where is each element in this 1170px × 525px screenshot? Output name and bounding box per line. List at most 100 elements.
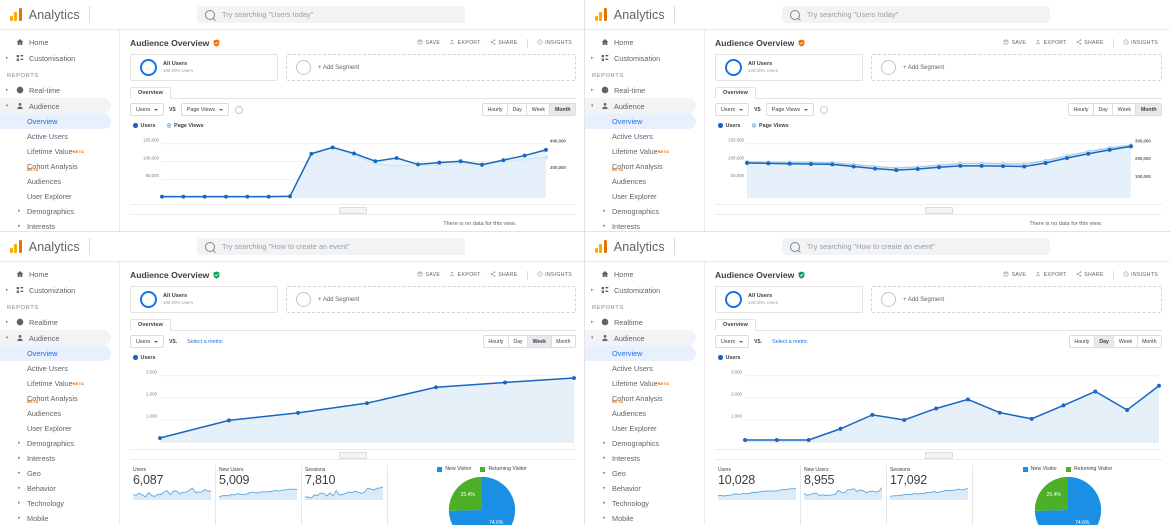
search-input[interactable]: Try searching "Users today" — [782, 6, 1050, 23]
granularity-hourly-button[interactable]: Hourly — [483, 104, 508, 115]
sidebar-subitem-lifetime-value[interactable]: Lifetime ValueBETA — [585, 144, 704, 159]
action-save-button[interactable]: SAVE — [417, 271, 440, 279]
sidebar-subitem-audiences[interactable]: Audiences — [585, 174, 704, 189]
sidebar-item-audience[interactable]: ▾Audience — [585, 330, 696, 346]
sidebar-item-customisation[interactable]: ▸Customisation — [0, 50, 119, 66]
sidebar-item-real-time[interactable]: ▸Real-time — [0, 82, 119, 98]
chart-scrollbar-thumb[interactable] — [925, 207, 953, 214]
sidebar-group-interests[interactable]: ▸Interests — [0, 451, 119, 466]
sidebar-group-geo[interactable]: ▸Geo — [585, 466, 704, 481]
add-segment-button[interactable]: + Add Segment — [871, 54, 1162, 81]
tab-overview[interactable]: Overview — [130, 319, 171, 332]
sidebar-subitem-overview[interactable]: Overview — [585, 114, 696, 129]
metric-primary-select[interactable]: Users — [130, 103, 164, 116]
select-a-metric-link[interactable]: Select a metric — [187, 339, 223, 345]
sidebar-group-demographics[interactable]: ▸Demographics — [585, 204, 704, 219]
brand-area[interactable]: Analytics — [585, 238, 760, 255]
sidebar-subitem-overview[interactable]: Overview — [585, 346, 696, 361]
chart-scrollbar-thumb[interactable] — [925, 452, 953, 459]
segment-all-users[interactable]: All Users100.00% Users — [130, 286, 278, 313]
sidebar-subitem-user-explorer[interactable]: User Explorer — [0, 421, 119, 436]
sidebar-item-customization[interactable]: ▸Customization — [0, 282, 119, 298]
granularity-day-button[interactable]: Day — [508, 104, 527, 115]
granularity-week-button[interactable]: Week — [527, 104, 550, 115]
sidebar-group-technology[interactable]: ▸Technology — [0, 496, 119, 511]
sidebar-group-technology[interactable]: ▸Technology — [585, 496, 704, 511]
sidebar-group-interests[interactable]: ▸Interests — [585, 219, 704, 232]
sidebar-item-audience[interactable]: ▾Audience — [0, 98, 111, 114]
sidebar-subitem-cohort-analysis[interactable]: Cohort AnalysisBETA — [585, 391, 704, 406]
sidebar-item-realtime[interactable]: ▸Realtime — [0, 314, 119, 330]
metric-secondary-select[interactable]: Page Views — [181, 103, 229, 116]
sidebar-item-audience[interactable]: ▾Audience — [0, 330, 111, 346]
granularity-day-button[interactable]: Day — [509, 336, 528, 347]
sidebar-group-mobile[interactable]: ▸Mobile — [585, 511, 704, 525]
action-export-button[interactable]: EXPORT — [449, 271, 481, 279]
search-input[interactable]: Try searching "Users today" — [197, 6, 465, 23]
granularity-day-button[interactable]: Day — [1095, 336, 1115, 347]
action-insights-button[interactable]: INSIGHTS — [537, 271, 572, 279]
sidebar-group-behavior[interactable]: ▸Behavior — [0, 481, 119, 496]
action-insights-button[interactable]: INSIGHTS — [1123, 271, 1158, 279]
sidebar-subitem-user-explorer[interactable]: User Explorer — [0, 189, 119, 204]
sidebar-group-mobile[interactable]: ▸Mobile — [0, 511, 119, 525]
sidebar-group-interests[interactable]: ▸Interests — [585, 451, 704, 466]
search-input[interactable]: Try searching "How to create an event" — [197, 238, 465, 255]
chart-scrollbar[interactable] — [715, 204, 1162, 215]
tab-overview[interactable]: Overview — [715, 87, 756, 100]
sidebar-subitem-active-users[interactable]: Active Users — [0, 129, 119, 144]
chart-scrollbar-thumb[interactable] — [339, 207, 367, 214]
search-input[interactable]: Try searching "How to create an event" — [782, 238, 1050, 255]
sidebar-item-real-time[interactable]: ▸Real-time — [585, 82, 704, 98]
sidebar-subitem-lifetime-value[interactable]: Lifetime ValueBETA — [0, 144, 119, 159]
tab-overview[interactable]: Overview — [715, 319, 756, 332]
brand-area[interactable]: Analytics — [0, 238, 175, 255]
metric-primary-select[interactable]: Users — [130, 335, 164, 348]
chart-scrollbar[interactable] — [715, 449, 1162, 460]
segment-all-users[interactable]: All Users100.00% Users — [130, 54, 278, 81]
granularity-month-button[interactable]: Month — [1136, 104, 1161, 115]
sidebar-group-demographics[interactable]: ▸Demographics — [0, 204, 119, 219]
sidebar-subitem-cohort-analysis[interactable]: Cohort AnalysisBETA — [0, 159, 119, 174]
sidebar-group-interests[interactable]: ▸Interests — [0, 219, 119, 232]
action-save-button[interactable]: SAVE — [1003, 271, 1026, 279]
sidebar-item-customisation[interactable]: ▸Customisation — [585, 50, 704, 66]
add-segment-button[interactable]: + Add Segment — [871, 286, 1162, 313]
granularity-month-button[interactable]: Month — [550, 104, 575, 115]
sidebar-item-audience[interactable]: ▾Audience — [585, 98, 696, 114]
sidebar-subitem-overview[interactable]: Overview — [0, 114, 111, 129]
sidebar-item-customization[interactable]: ▸Customization — [585, 282, 704, 298]
action-save-button[interactable]: SAVE — [1003, 39, 1026, 47]
chart-scrollbar[interactable] — [130, 449, 576, 460]
sidebar-group-geo[interactable]: ▸Geo — [0, 466, 119, 481]
action-insights-button[interactable]: INSIGHTS — [537, 39, 572, 47]
sidebar-subitem-active-users[interactable]: Active Users — [585, 361, 704, 376]
granularity-week-button[interactable]: Week — [1114, 336, 1137, 347]
sidebar-subitem-audiences[interactable]: Audiences — [0, 174, 119, 189]
sidebar-group-behavior[interactable]: ▸Behavior — [585, 481, 704, 496]
sidebar-subitem-cohort-analysis[interactable]: Cohort AnalysisBETA — [585, 159, 704, 174]
action-save-button[interactable]: SAVE — [417, 39, 440, 47]
granularity-day-button[interactable]: Day — [1094, 104, 1113, 115]
sidebar-subitem-user-explorer[interactable]: User Explorer — [585, 421, 704, 436]
action-export-button[interactable]: EXPORT — [1035, 271, 1067, 279]
sidebar-item-home[interactable]: Home — [0, 266, 119, 282]
action-share-button[interactable]: SHARE — [1076, 39, 1104, 47]
action-share-button[interactable]: SHARE — [1076, 271, 1104, 279]
sidebar-subitem-cohort-analysis[interactable]: Cohort AnalysisBETA — [0, 391, 119, 406]
info-icon[interactable] — [820, 106, 828, 114]
add-segment-button[interactable]: + Add Segment — [286, 286, 576, 313]
granularity-week-button[interactable]: Week — [1113, 104, 1136, 115]
sidebar-group-demographics[interactable]: ▸Demographics — [585, 436, 704, 451]
segment-all-users[interactable]: All Users100.00% Users — [715, 286, 863, 313]
granularity-hourly-button[interactable]: Hourly — [1069, 104, 1094, 115]
action-insights-button[interactable]: INSIGHTS — [1123, 39, 1158, 47]
sidebar-item-home[interactable]: Home — [585, 34, 704, 50]
sidebar-item-realtime[interactable]: ▸Realtime — [585, 314, 704, 330]
tab-overview[interactable]: Overview — [130, 87, 171, 100]
sidebar-subitem-active-users[interactable]: Active Users — [585, 129, 704, 144]
sidebar-item-home[interactable]: Home — [0, 34, 119, 50]
add-segment-button[interactable]: + Add Segment — [286, 54, 576, 81]
sidebar-subitem-overview[interactable]: Overview — [0, 346, 111, 361]
sidebar-subitem-lifetime-value[interactable]: Lifetime ValueBETA — [585, 376, 704, 391]
